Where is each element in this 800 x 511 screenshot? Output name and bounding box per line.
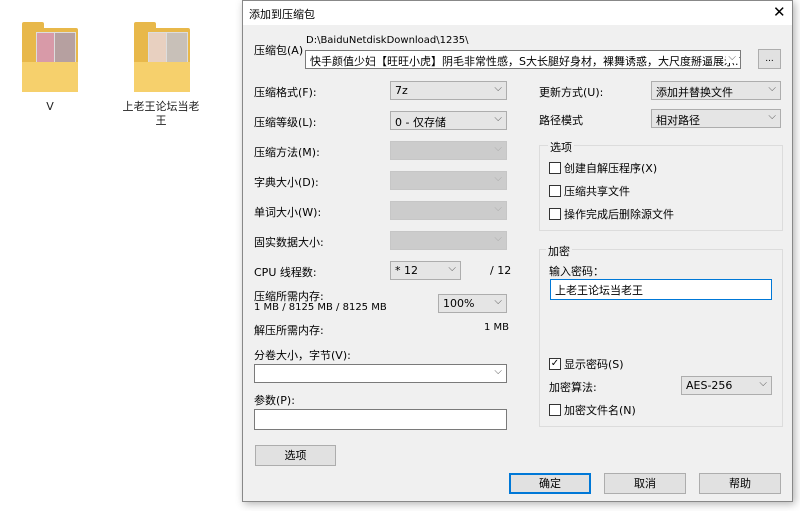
format-value: 7z	[395, 84, 408, 97]
password-input[interactable]: 上老王论坛当老王	[550, 279, 772, 300]
chevron-down-icon: ⌵	[494, 296, 502, 307]
cpu-value: * 12	[395, 264, 418, 277]
desktop-item-label[interactable]: 上老王论坛当老王	[120, 100, 202, 128]
chevron-down-icon: ⌵	[494, 173, 502, 184]
chevron-down-icon: ⌵	[494, 113, 502, 124]
word-combo[interactable]: ⌵	[390, 201, 507, 220]
mem-decomp-value: 1 MB	[484, 322, 510, 333]
password-label: 输入密码：	[549, 265, 604, 278]
shared-label: 压缩共享文件	[564, 185, 630, 198]
method-label: 压缩方法(M):	[254, 146, 320, 159]
chevron-down-icon: ⌵	[494, 366, 502, 377]
volume-combo[interactable]: ⌵	[254, 364, 507, 383]
chevron-down-icon: ⌵	[759, 378, 767, 389]
update-label: 更新方式(U):	[539, 86, 604, 99]
encrypt-names-checkbox[interactable]: 加密文件名(N)	[549, 402, 636, 418]
pathmode-label: 路径模式	[539, 114, 583, 127]
checkbox-box	[549, 404, 561, 416]
desktop-item-label[interactable]: V	[30, 100, 70, 113]
cancel-button[interactable]: 取消	[604, 473, 686, 494]
chevron-down-icon: ⌵	[494, 83, 502, 94]
chevron-down-icon: ⌵	[768, 83, 776, 94]
encryption-group-title: 加密	[546, 243, 572, 259]
algo-value: AES-256	[686, 379, 733, 392]
params-input[interactable]	[254, 409, 507, 430]
chevron-down-icon: ⌵	[494, 233, 502, 244]
close-icon[interactable]: ✕	[773, 3, 786, 21]
dict-combo[interactable]: ⌵	[390, 171, 507, 190]
options-button[interactable]: 选项	[255, 445, 336, 466]
archive-path: D:\BaiduNetdiskDownload\1235\	[306, 35, 469, 46]
checkmark-icon: ✓	[549, 358, 561, 370]
algo-label: 加密算法:	[549, 381, 597, 394]
format-label: 压缩格式(F):	[254, 86, 317, 99]
checkbox-box	[549, 162, 561, 174]
solid-combo[interactable]: ⌵	[390, 231, 507, 250]
cpu-combo[interactable]: * 12 ⌵	[390, 261, 461, 280]
sfx-checkbox[interactable]: 创建自解压程序(X)	[549, 160, 657, 176]
chevron-down-icon: ⌵	[726, 52, 736, 63]
cpu-label: CPU 线程数:	[254, 266, 317, 279]
chevron-down-icon: ⌵	[494, 203, 502, 214]
level-combo[interactable]: 0 - 仅存储 ⌵	[390, 111, 507, 130]
mem-comp-value: 1 MB / 8125 MB / 8125 MB	[254, 302, 387, 313]
chevron-down-icon: ⌵	[448, 263, 456, 274]
sfx-label: 创建自解压程序(X)	[564, 162, 658, 175]
pathmode-combo[interactable]: 相对路径 ⌵	[651, 109, 781, 128]
options-group-title: 选项	[548, 139, 574, 155]
delete-source-checkbox[interactable]: 操作完成后删除源文件	[549, 206, 674, 222]
dict-label: 字典大小(D):	[254, 176, 319, 189]
mem-decomp-label: 解压所需内存:	[254, 324, 324, 337]
archive-label: 压缩包(A)	[254, 44, 304, 57]
format-combo[interactable]: 7z ⌵	[390, 81, 507, 100]
update-combo[interactable]: 添加并替换文件 ⌵	[651, 81, 781, 100]
help-button[interactable]: 帮助	[699, 473, 781, 494]
params-label: 参数(P):	[254, 394, 295, 407]
pathmode-value: 相对路径	[656, 114, 700, 127]
method-combo[interactable]: ⌵	[390, 141, 507, 160]
show-password-label: 显示密码(S)	[564, 358, 624, 371]
cpu-max: / 12	[490, 264, 512, 277]
ok-button[interactable]: 确定	[509, 473, 591, 494]
folder-icon[interactable]	[22, 22, 78, 92]
archive-name-value: 快手颜值少妇【旺旺小虎】阴毛非常性感，S大长腿好身材，裸舞诱惑，大尺度掰逼展示.…	[310, 55, 741, 68]
archive-name-combo[interactable]: 快手颜值少妇【旺旺小虎】阴毛非常性感，S大长腿好身材，裸舞诱惑，大尺度掰逼展示.…	[305, 50, 741, 69]
chevron-down-icon: ⌵	[494, 143, 502, 154]
level-value: 0 - 仅存储	[395, 116, 446, 129]
dialog-title: 添加到压缩包	[249, 8, 315, 21]
volume-label: 分卷大小，字节(V):	[254, 349, 351, 362]
checkbox-box	[549, 208, 561, 220]
shared-checkbox[interactable]: 压缩共享文件	[549, 183, 630, 199]
checkbox-box	[549, 185, 561, 197]
folder-icon[interactable]	[134, 22, 190, 92]
title-bar[interactable]: 添加到压缩包 ✕	[243, 1, 792, 25]
mem-percent-combo[interactable]: 100% ⌵	[438, 294, 507, 313]
level-label: 压缩等级(L):	[254, 116, 317, 129]
show-password-checkbox[interactable]: ✓ 显示密码(S)	[549, 356, 624, 372]
delete-source-label: 操作完成后删除源文件	[564, 208, 674, 221]
add-to-archive-dialog: 添加到压缩包 ✕ 压缩包(A) D:\BaiduNetdiskDownload\…	[242, 0, 793, 502]
browse-button[interactable]: ...	[758, 49, 781, 69]
word-label: 单词大小(W):	[254, 206, 322, 219]
update-value: 添加并替换文件	[656, 86, 733, 99]
algo-combo[interactable]: AES-256 ⌵	[681, 376, 772, 395]
encrypt-names-label: 加密文件名(N)	[564, 404, 636, 417]
mem-percent-value: 100%	[443, 297, 475, 310]
solid-label: 固实数据大小:	[254, 236, 324, 249]
chevron-down-icon: ⌵	[768, 111, 776, 122]
